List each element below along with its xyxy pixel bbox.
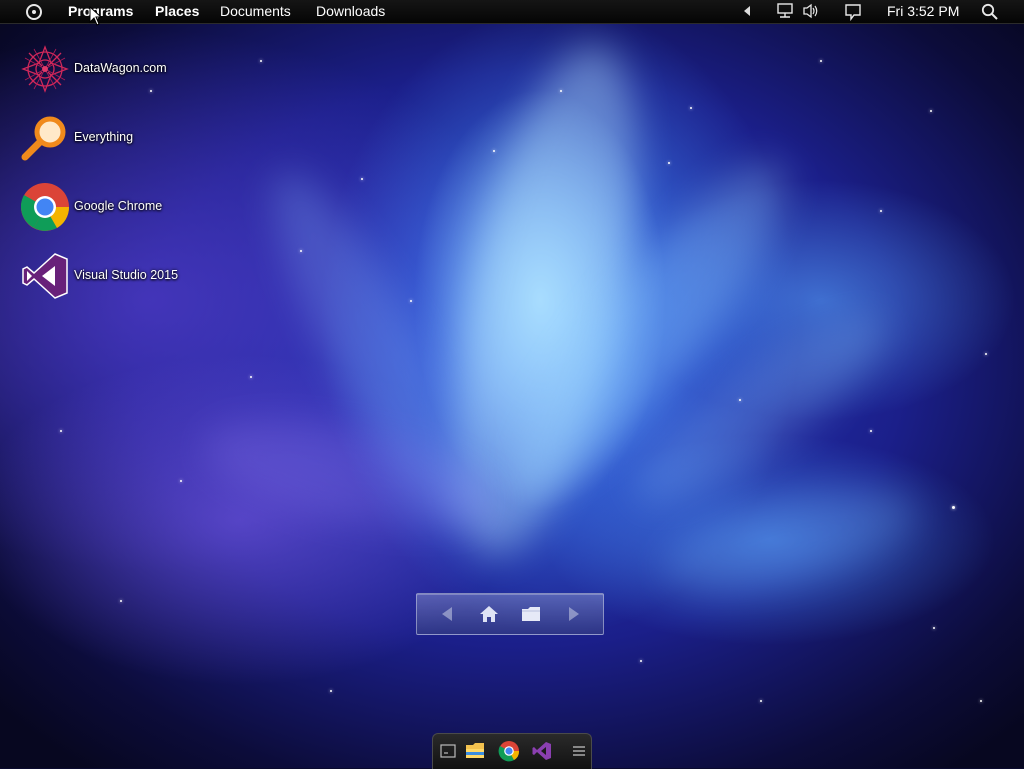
menu-documents[interactable]: Documents [220, 3, 291, 19]
taskbar-dock [432, 733, 592, 769]
chrome-icon [20, 183, 70, 231]
forward-icon[interactable] [562, 603, 584, 625]
visual-studio-icon [22, 253, 68, 299]
back-icon[interactable] [437, 603, 459, 625]
home-icon[interactable] [478, 603, 500, 625]
notifications-icon[interactable] [844, 3, 862, 21]
network-icon[interactable] [776, 3, 794, 19]
start-menu-icon[interactable] [26, 4, 42, 20]
desktop-icon-everything[interactable]: Everything [20, 113, 220, 165]
desktop-icon-visual-studio[interactable]: Visual Studio 2015 [20, 251, 220, 303]
desktop-icon-label: Google Chrome [74, 199, 163, 213]
search-icon[interactable] [981, 3, 999, 21]
menu-downloads[interactable]: Downloads [316, 3, 385, 19]
mouse-cursor-icon [89, 6, 103, 26]
folder-icon[interactable] [520, 603, 542, 625]
desktop-icon-chrome[interactable]: Google Chrome [20, 182, 220, 234]
clock[interactable]: Fri 3:52 PM [887, 3, 959, 19]
file-explorer-icon[interactable] [464, 740, 486, 762]
folder-navigator [416, 593, 604, 635]
menu-icon[interactable] [568, 740, 590, 762]
volume-icon[interactable] [802, 3, 820, 19]
desktop-icon-label: Visual Studio 2015 [74, 268, 179, 282]
everything-search-icon [21, 116, 66, 161]
chrome-icon[interactable] [498, 740, 520, 762]
desktop-icon-label: Everything [74, 130, 134, 144]
desktop-icon-label: DataWagon.com [74, 61, 167, 75]
desktop-icon-datawagon[interactable]: DataWagon.com [20, 44, 220, 96]
visual-studio-icon[interactable] [531, 740, 553, 762]
top-menu-bar: Programs Places Documents Downloads Fri … [0, 0, 1024, 24]
datawagon-icon [21, 45, 69, 93]
terminal-icon[interactable] [437, 740, 459, 762]
menu-places[interactable]: Places [155, 3, 199, 19]
tray-expand-icon[interactable] [743, 6, 751, 16]
